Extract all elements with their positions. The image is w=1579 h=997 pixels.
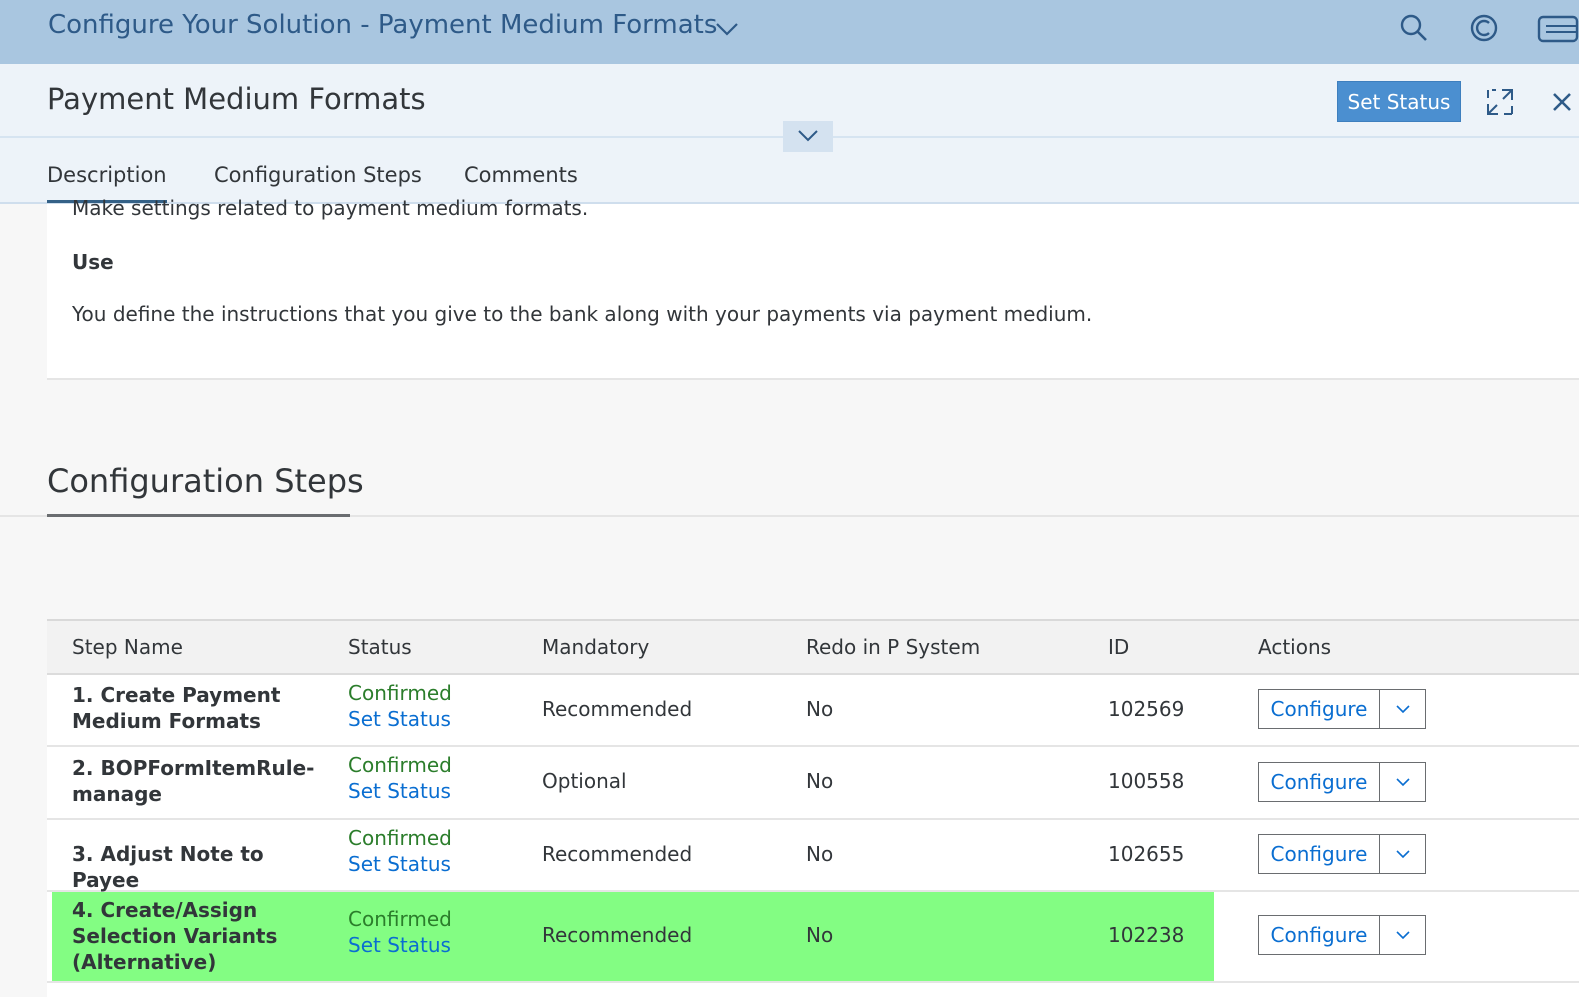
configure-dropdown-button[interactable]	[1380, 835, 1425, 873]
redo-value: No	[806, 697, 834, 721]
step-name: 2. BOPFormItemRule-manage	[72, 756, 315, 806]
section-title-underline	[47, 514, 350, 517]
column-header-mandatory: Mandatory	[542, 635, 650, 659]
redo-value: No	[806, 842, 834, 866]
tab-configuration-steps[interactable]: Configuration Steps	[214, 163, 422, 187]
redo-value: No	[806, 923, 834, 947]
table-row[interactable]: 1. Create Payment Medium Formats Confirm…	[47, 675, 1579, 747]
step-name: 3. Adjust Note to Payee	[72, 842, 264, 892]
id-value: 100558	[1108, 769, 1185, 793]
search-icon[interactable]	[1398, 12, 1430, 44]
configure-button[interactable]: Configure	[1259, 835, 1380, 873]
page-title: Payment Medium Formats	[47, 82, 426, 116]
step-name: 4. Create/Assign Selection Variants (Alt…	[72, 898, 278, 974]
close-icon[interactable]	[1550, 90, 1574, 118]
status-text: Confirmed	[348, 907, 452, 931]
chevron-down-icon	[1395, 931, 1410, 940]
shell-bar: Configure Your Solution - Payment Medium…	[0, 0, 1579, 64]
id-value: 102238	[1108, 923, 1185, 947]
status-text: Confirmed	[348, 826, 452, 850]
description-text: Make settings related to payment medium …	[72, 196, 589, 220]
app-title[interactable]: Configure Your Solution - Payment Medium…	[48, 10, 717, 40]
notifications-icon[interactable]	[1536, 12, 1579, 44]
column-header-id: ID	[1108, 635, 1130, 659]
column-header-redo: Redo in P System	[806, 635, 981, 659]
use-heading: Use	[72, 250, 114, 274]
config-steps-table: Step Name Status Mandatory Redo in P Sys…	[47, 619, 1579, 997]
set-status-link[interactable]: Set Status	[348, 707, 451, 731]
configure-split-button: Configure	[1258, 834, 1426, 874]
collapse-header-button[interactable]	[783, 121, 833, 152]
object-header: Payment Medium Formats Set Status Descri…	[0, 64, 1579, 204]
configure-split-button: Configure	[1258, 915, 1426, 955]
configure-button[interactable]: Configure	[1259, 690, 1380, 728]
chevron-down-icon[interactable]	[713, 16, 741, 44]
column-header-actions: Actions	[1258, 635, 1332, 659]
step-name: 1. Create Payment Medium Formats	[72, 683, 281, 733]
table-row[interactable]: 2. BOPFormItemRule-manage Confirmed Set …	[47, 747, 1579, 820]
chevron-down-icon	[1395, 705, 1410, 714]
column-header-step-name: Step Name	[72, 635, 183, 659]
table-header: Step Name Status Mandatory Redo in P Sys…	[47, 619, 1579, 677]
column-header-status: Status	[348, 635, 412, 659]
chevron-down-icon	[796, 127, 820, 147]
configure-button[interactable]: Configure	[1259, 916, 1380, 954]
mandatory-value: Recommended	[542, 923, 693, 947]
status-text: Confirmed	[348, 753, 452, 777]
redo-value: No	[806, 769, 834, 793]
set-status-button[interactable]: Set Status	[1337, 81, 1461, 122]
set-status-link[interactable]: Set Status	[348, 779, 451, 803]
table-row-highlighted[interactable]: 4. Create/Assign Selection Variants (Alt…	[47, 892, 1579, 983]
mandatory-value: Optional	[542, 769, 627, 793]
id-value: 102569	[1108, 697, 1185, 721]
chevron-down-icon	[1395, 778, 1410, 787]
configure-dropdown-button[interactable]	[1380, 690, 1425, 728]
configure-button[interactable]: Configure	[1259, 763, 1380, 801]
mandatory-value: Recommended	[542, 842, 693, 866]
expand-icon[interactable]	[1486, 88, 1514, 120]
tab-description[interactable]: Description	[47, 163, 167, 203]
configure-split-button: Configure	[1258, 762, 1426, 802]
configure-dropdown-button[interactable]	[1380, 763, 1425, 801]
tab-comments[interactable]: Comments	[464, 163, 578, 187]
table-row[interactable]: 3. Adjust Note to Payee Confirmed Set St…	[47, 820, 1579, 892]
section-title: Configuration Steps	[47, 462, 364, 500]
configure-dropdown-button[interactable]	[1380, 916, 1425, 954]
copilot-icon[interactable]	[1468, 12, 1500, 44]
set-status-link[interactable]: Set Status	[348, 933, 451, 957]
status-text: Confirmed	[348, 681, 452, 705]
id-value: 102655	[1108, 842, 1185, 866]
use-text: You define the instructions that you giv…	[72, 302, 1093, 326]
chevron-down-icon	[1395, 850, 1410, 859]
description-panel: Make settings related to payment medium …	[47, 196, 1579, 380]
mandatory-value: Recommended	[542, 697, 693, 721]
configure-split-button: Configure	[1258, 689, 1426, 729]
set-status-link[interactable]: Set Status	[348, 852, 451, 876]
